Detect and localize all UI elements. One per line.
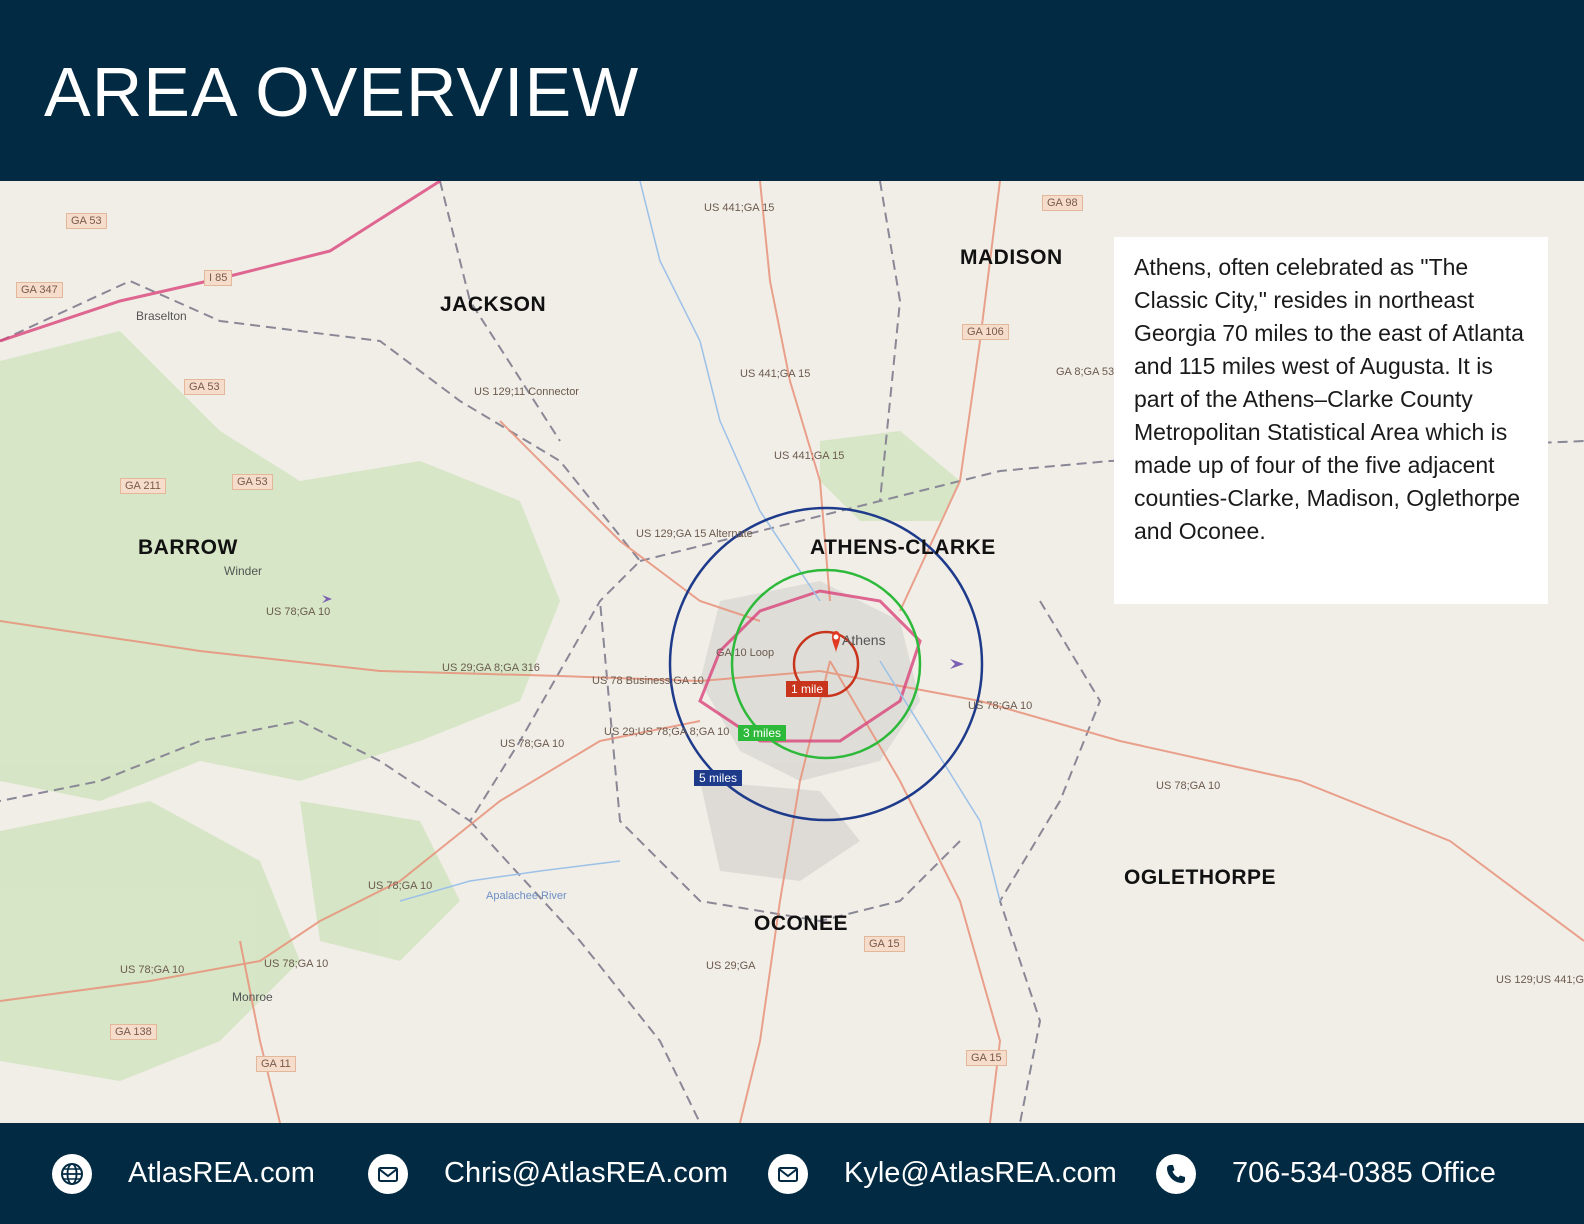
website-link[interactable]: AtlasREA.com (128, 1157, 315, 1190)
globe-icon (52, 1153, 92, 1194)
highway-shield: GA 53 (66, 213, 107, 229)
area-description-box: Athens, often celebrated as "The Classic… (1114, 237, 1548, 604)
place-label-winder: Winder (224, 564, 263, 578)
road-label: US 78;GA 10 (266, 606, 331, 618)
road-label: US 78 Business;GA 10 (592, 675, 704, 687)
county-label-barrow: BARROW (138, 536, 238, 559)
area-description-text: Athens, often celebrated as "The Classic… (1134, 254, 1524, 544)
road-label: US 78;GA 10 (264, 958, 329, 970)
county-label-jackson: JACKSON (440, 293, 547, 316)
contact-phone[interactable]: 706-534-0385 Office (1156, 1123, 1496, 1224)
road-label: US 29;GA 8;GA 316 (442, 662, 540, 674)
contact-email-kyle[interactable]: Kyle@AtlasREA.com (768, 1123, 1117, 1224)
phone-icon (1156, 1153, 1196, 1194)
page: AREA OVERVIEW MADISON JACKSON BARROW ATH… (0, 0, 1584, 1224)
county-label-oglethorpe: OGLETHORPE (1124, 866, 1277, 889)
page-title: AREA OVERVIEW (44, 53, 640, 131)
county-label-oconee: OCONEE (754, 912, 849, 935)
contact-email-chris[interactable]: Chris@AtlasREA.com (368, 1123, 728, 1224)
road-label: US 29;GA (706, 960, 756, 972)
road-label: US 29;US 78;GA 8;GA 10 (604, 726, 730, 738)
road-label: US 78;GA 10 (120, 964, 185, 976)
highway-shield: I 85 (204, 270, 233, 286)
contact-website[interactable]: AtlasREA.com (52, 1123, 315, 1224)
road-label: US 78;GA 10 (1156, 780, 1221, 792)
road-label: US 441;GA 15 (704, 202, 775, 214)
highway-shield: GA 211 (120, 478, 166, 494)
phone-number[interactable]: 706-534-0385 Office (1232, 1157, 1496, 1190)
road-label: US 78;GA 10 (500, 738, 565, 750)
road-label: GA 8;GA 53 (1056, 366, 1115, 378)
email-link-chris[interactable]: Chris@AtlasREA.com (444, 1157, 728, 1190)
road-label: US 441;GA 15 (774, 450, 845, 462)
place-label-monroe: Monroe (232, 990, 273, 1004)
road-label: US 129;11 Connector (474, 386, 579, 398)
highway-shield: GA 347 (16, 282, 63, 298)
road-label: US 129;GA 15 Alternate (636, 528, 753, 540)
ring-label-1-mile: 1 mile (786, 681, 829, 697)
road-label: US 78;GA 10 (968, 700, 1033, 712)
county-label-madison: MADISON (960, 246, 1063, 269)
road-label: US 129;US 441;GA 24 (1496, 974, 1584, 986)
road-label: US 441;GA 15 (740, 368, 811, 380)
county-label-athens-clarke: ATHENS-CLARKE (810, 536, 996, 559)
place-label-athens: Athens (842, 632, 886, 648)
envelope-icon (768, 1153, 808, 1194)
highway-shield: GA 53 (184, 379, 225, 395)
highway-shield: GA 53 (232, 474, 273, 490)
highway-shield: GA 106 (962, 324, 1009, 340)
highway-shield: GA 15 (864, 936, 905, 952)
email-link-kyle[interactable]: Kyle@AtlasREA.com (844, 1157, 1117, 1190)
footer-bar: AtlasREA.com Chris@AtlasREA.com Kyle@Atl… (0, 1123, 1584, 1224)
place-label-braselton: Braselton (136, 309, 187, 323)
envelope-icon (368, 1153, 408, 1194)
road-label: GA 10 Loop (716, 647, 775, 659)
road-label: US 78;GA 10 (368, 880, 433, 892)
header-bar: AREA OVERVIEW (0, 0, 1584, 181)
urban-areas (700, 581, 920, 881)
highway-shield: GA 138 (110, 1024, 157, 1040)
highway-shield: GA 98 (1042, 195, 1083, 211)
highway-shield: GA 11 (256, 1056, 296, 1072)
highway-shield: GA 15 (966, 1050, 1007, 1066)
river-label: Apalachee River (486, 890, 567, 902)
ring-label-5-miles: 5 miles (694, 770, 743, 786)
ring-label-3-miles: 3 miles (738, 725, 787, 741)
